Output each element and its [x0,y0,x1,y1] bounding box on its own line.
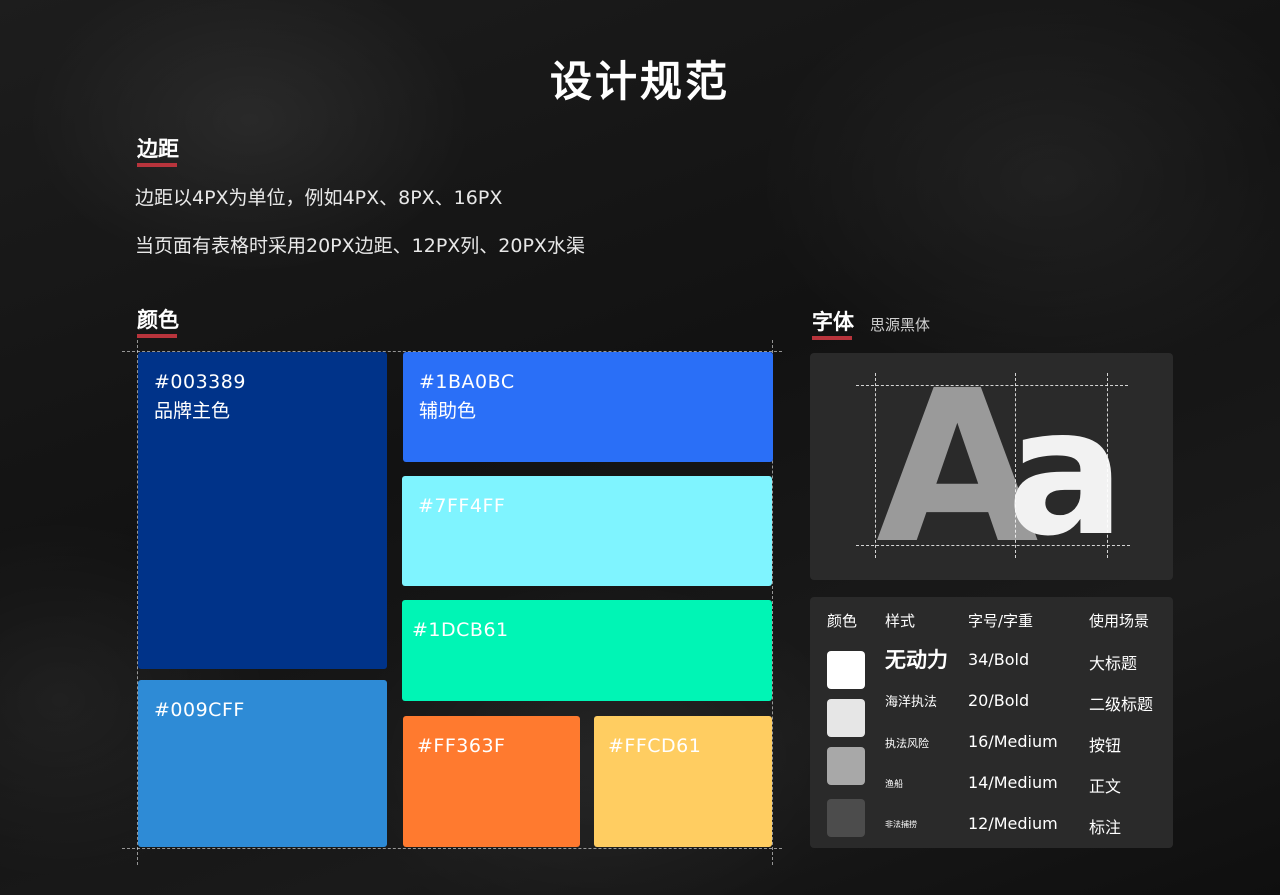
swatch-yellow: #FFCD61 [594,716,772,847]
specimen-guide-3 [1107,373,1108,558]
spacing-rule-line-1: 边距以4PX为单位，例如4PX、8PX、16PX [135,187,503,209]
style-sample: 渔船 [885,780,904,790]
usage: 按钮 [1089,736,1122,755]
col-header-style: 样式 [885,612,916,630]
typography-heading-underline [812,336,852,340]
size-weight: 34/Bold [968,650,1030,669]
size-weight: 14/Medium [968,773,1058,792]
style-sample: 非法捕捞 [885,820,917,829]
usage: 二级标题 [1089,695,1154,714]
spacing-heading: 边距 [137,137,179,161]
swatch-brand-primary: #003389 品牌主色 [138,352,387,669]
specimen-guide-top [856,385,1128,386]
color-chip [827,747,865,785]
style-sample: 海洋执法 [885,695,938,710]
swatch-hex: #1DCB61 [412,619,509,641]
swatch-hex: #FFCD61 [608,735,702,757]
color-chip [827,699,865,737]
spacing-rule-line-2: 当页面有表格时采用20PX边距、12PX列、20PX水渠 [135,235,585,257]
swatch-hex: #1BA0BC [419,371,515,393]
size-weight: 12/Medium [968,814,1058,833]
colors-heading: 颜色 [137,308,179,332]
font-specimen-card: A a [810,353,1173,583]
swatch-hex: #009CFF [154,699,245,721]
swatch-hex: #FF363F [417,735,506,757]
col-header-usage: 使用场景 [1089,612,1150,630]
swatch-hex: #003389 [154,371,246,393]
specimen-guide-baseline [856,545,1130,546]
swatch-label: 品牌主色 [154,400,231,422]
type-scale-card: 颜色 样式 字号/字重 使用场景 无动力 34/Bold 大标题 海洋执法 20… [810,597,1173,848]
style-sample: 执法风险 [885,737,929,750]
color-chip [827,799,865,837]
swatch-green: #1DCB61 [402,600,772,701]
swatch-hex: #7FF4FF [418,495,506,517]
specimen-lowercase: a [1006,372,1126,575]
page-title: 设计规范 [549,57,730,106]
size-weight: 16/Medium [968,732,1058,751]
swatch-label: 辅助色 [419,400,477,422]
usage: 大标题 [1089,654,1138,673]
swatch-cyan: #7FF4FF [402,476,772,586]
specimen-guide-2 [1015,373,1016,558]
swatch-orange: #FF363F [403,716,580,847]
spacing-heading-underline [137,163,177,167]
typography-heading: 字体 [812,310,854,334]
font-family-name: 思源黑体 [870,316,931,334]
usage: 正文 [1089,777,1122,796]
swatch-secondary: #1BA0BC 辅助色 [403,352,773,462]
swatch-blue: #009CFF [138,680,387,847]
specimen-guide-1 [875,373,876,558]
style-sample: 无动力 [885,648,948,672]
col-header-size: 字号/字重 [968,612,1034,630]
col-header-color: 颜色 [827,612,858,630]
size-weight: 20/Bold [968,691,1030,710]
colors-heading-underline [137,334,177,338]
usage: 标注 [1089,818,1122,837]
palette-guide-bottom [122,848,782,849]
color-chip [827,651,865,689]
